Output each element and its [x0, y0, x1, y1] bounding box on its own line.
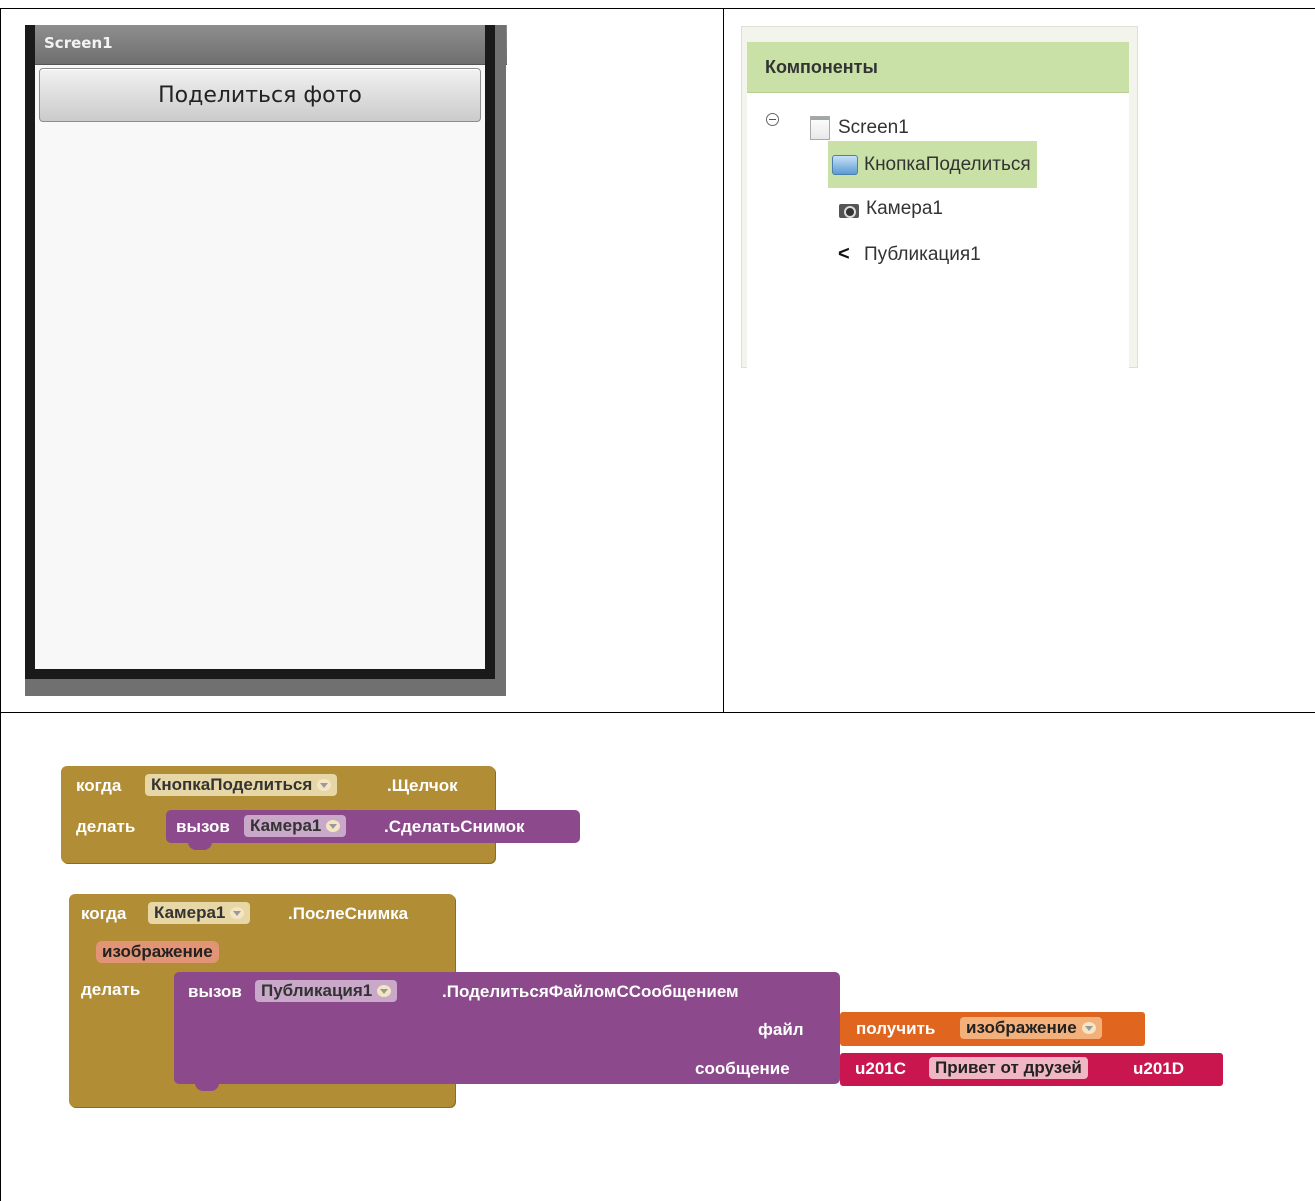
component-name: КнопкаПоделиться — [151, 775, 313, 794]
method-name: .ПоделитьсяФайломССообщением — [442, 982, 739, 1001]
phone-preview: Screen1 Поделиться фото — [25, 25, 507, 696]
target-name: Публикация1 — [261, 981, 373, 1000]
screen-icon — [810, 116, 830, 140]
tree-item-screen1[interactable]: Screen1 — [810, 116, 909, 140]
event-name: .ПослеСнимка — [288, 904, 409, 923]
components-title: Компоненты — [765, 57, 878, 77]
text-value-field[interactable]: Привет от друзей — [929, 1057, 1088, 1079]
phone-screen: Поделиться фото — [35, 65, 485, 669]
collapse-icon[interactable] — [766, 113, 779, 126]
arg-file-label: файл — [758, 1020, 804, 1039]
do-label: делать — [76, 817, 136, 836]
components-header: Компоненты — [747, 42, 1129, 93]
component-name: Камера1 — [154, 903, 226, 922]
chevron-down-icon — [230, 906, 245, 919]
call-label: вызов — [176, 817, 230, 836]
target-dropdown[interactable]: Публикация1 — [255, 980, 398, 1002]
chevron-down-icon — [1081, 1021, 1096, 1034]
do-label: делать — [81, 980, 141, 999]
tree-item-label: Screen1 — [838, 117, 909, 138]
phone-frame-bottom — [25, 679, 506, 696]
when-label: когда — [81, 904, 127, 923]
share-photo-button[interactable]: Поделиться фото — [39, 68, 481, 122]
method-name: .СделатьСнимок — [384, 817, 525, 836]
variable-dropdown[interactable]: изображение — [960, 1017, 1102, 1039]
event-name: .Щелчок — [387, 776, 458, 795]
chevron-down-icon — [377, 984, 392, 997]
when-label: когда — [76, 776, 122, 795]
get-label: получить — [856, 1019, 936, 1038]
quote-open: u201C — [855, 1059, 907, 1078]
tree-item-camera[interactable]: Камера1 — [838, 198, 943, 220]
quote-close: u201D — [1133, 1059, 1185, 1078]
camera-icon — [838, 200, 860, 218]
component-dropdown[interactable]: КнопкаПоделиться — [145, 774, 338, 796]
arg-message-label: сообщение — [695, 1059, 790, 1078]
variable-name: изображение — [966, 1018, 1077, 1037]
components-tree — [747, 93, 1129, 369]
target-dropdown[interactable]: Камера1 — [244, 815, 347, 837]
phone-frame-right — [485, 25, 495, 679]
table-border-left — [0, 8, 1, 1201]
share-icon: < — [838, 243, 850, 265]
screen-title-bar: Screen1 — [35, 25, 507, 65]
call-label: вызов — [188, 982, 242, 1001]
phone-frame-edge — [495, 25, 506, 679]
table-border-top — [0, 8, 1315, 9]
event-parameter[interactable]: изображение — [96, 941, 219, 963]
screen-title: Screen1 — [44, 34, 113, 52]
target-name: Камера1 — [250, 816, 322, 835]
tree-item-label: Публикация1 — [864, 243, 981, 265]
table-divider-horizontal — [0, 712, 1315, 713]
chevron-down-icon — [326, 819, 341, 832]
button-icon — [832, 154, 858, 175]
table-divider-vertical — [723, 8, 724, 712]
tree-item-share-button[interactable]: КнопкаПоделиться — [828, 141, 1037, 188]
tree-item-sharing[interactable]: < Публикация1 — [838, 243, 981, 266]
tree-item-label: КнопкаПоделиться — [864, 153, 1031, 175]
chevron-down-icon — [317, 778, 332, 791]
tree-item-label: Камера1 — [866, 198, 943, 219]
components-panel: Компоненты Screen1 КнопкаПоделиться Каме… — [741, 26, 1138, 369]
component-dropdown[interactable]: Камера1 — [148, 902, 251, 924]
